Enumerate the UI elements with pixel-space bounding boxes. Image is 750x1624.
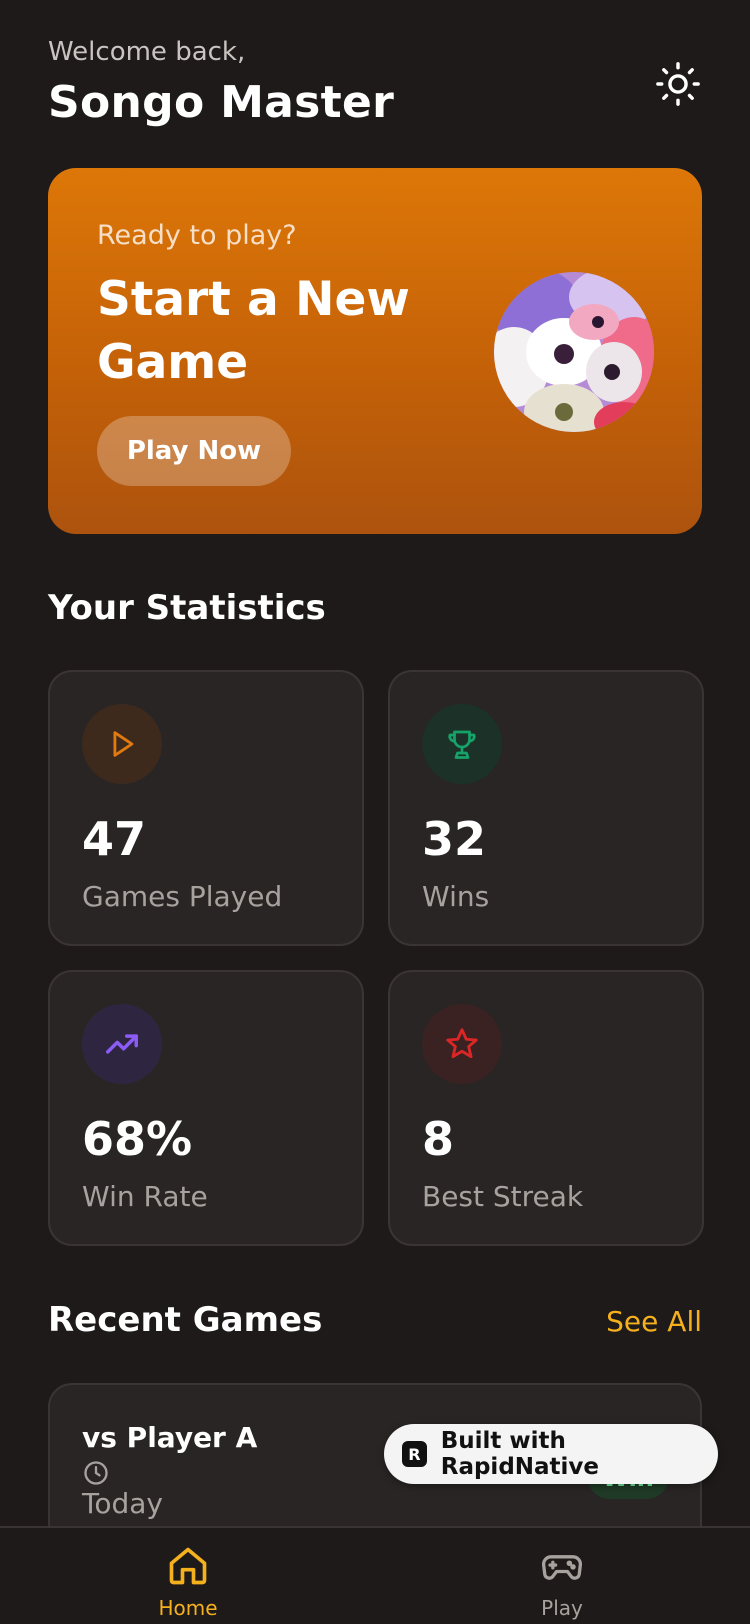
username: Songo Master [48, 77, 395, 128]
hero-title: Start a New Game [97, 272, 410, 390]
statistics-title: Your Statistics [48, 588, 326, 628]
stat-value: 68% [82, 1112, 193, 1166]
new-game-card[interactable]: Ready to play? Start a New Game Play Now [48, 168, 702, 534]
sun-icon [656, 62, 700, 106]
stat-label: Games Played [82, 880, 283, 913]
play-icon [82, 704, 162, 784]
built-with-label: Built with RapidNative [440, 1428, 600, 1480]
theme-toggle-button[interactable] [654, 60, 702, 108]
home-icon [166, 1544, 210, 1592]
trophy-icon [422, 704, 502, 784]
gamepad-icon [539, 1544, 585, 1592]
greeting-text: Welcome back, [48, 37, 246, 67]
built-with-badge[interactable]: R Built with RapidNative [384, 1424, 718, 1484]
tab-home[interactable]: Home [108, 1528, 268, 1624]
game-opponent: vs Player A [82, 1421, 258, 1454]
stat-card-best-streak: 8 Best Streak [388, 970, 704, 1246]
stat-card-games-played: 47 Games Played [48, 670, 364, 946]
play-now-button[interactable]: Play Now [97, 416, 291, 486]
bottom-tab-bar: Home Play [0, 1526, 750, 1624]
game-date: Today [82, 1487, 163, 1520]
hero-kicker: Ready to play? [97, 220, 297, 251]
tab-home-label: Home [158, 1596, 218, 1620]
see-all-link[interactable]: See All [606, 1305, 702, 1338]
hero-image [494, 272, 654, 432]
stat-value: 47 [82, 812, 147, 866]
trending-up-icon [82, 1004, 162, 1084]
stat-card-wins: 32 Wins [388, 670, 704, 946]
stat-label: Win Rate [82, 1180, 208, 1213]
stat-label: Best Streak [422, 1180, 584, 1213]
stat-label: Wins [422, 880, 490, 913]
star-icon [422, 1004, 502, 1084]
tab-play-label: Play [541, 1596, 583, 1620]
stat-value: 32 [422, 812, 487, 866]
tab-play[interactable]: Play [482, 1528, 642, 1624]
stat-card-win-rate: 68% Win Rate [48, 970, 364, 1246]
recent-games-title: Recent Games [48, 1300, 323, 1340]
rapidnative-logo-icon: R [402, 1441, 427, 1467]
header: Welcome back, Songo Master [48, 34, 702, 134]
stat-value: 8 [422, 1112, 455, 1166]
